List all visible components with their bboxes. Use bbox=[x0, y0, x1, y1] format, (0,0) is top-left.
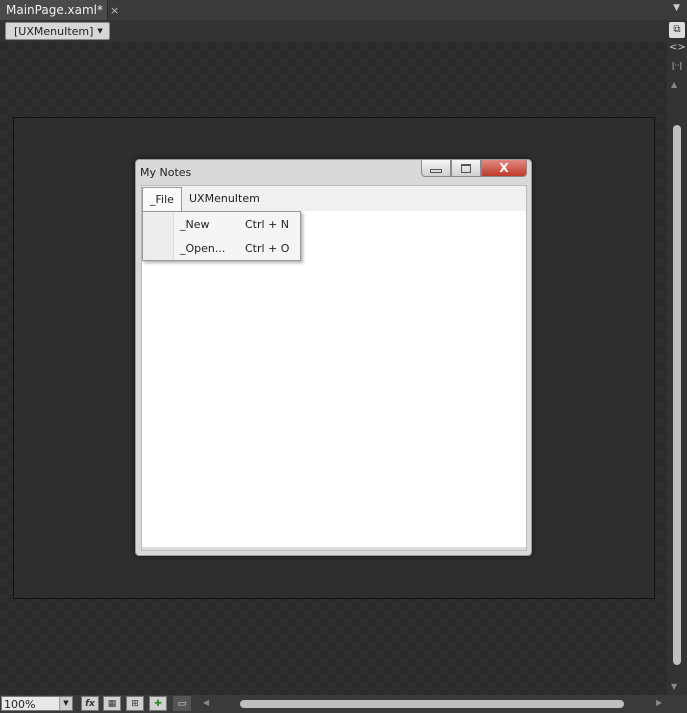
app-window[interactable]: My Notes X _File UXMenuItem _New Ctrl + … bbox=[135, 159, 532, 556]
menu-item-shortcut: Ctrl + O bbox=[245, 242, 290, 255]
code-icon[interactable]: <> bbox=[669, 40, 686, 56]
menu-bar: _File UXMenuItem bbox=[142, 186, 526, 211]
maximize-icon bbox=[461, 163, 471, 173]
document-tab-mainpage[interactable]: MainPage.xaml* × bbox=[0, 0, 119, 20]
minimize-button[interactable] bbox=[421, 160, 451, 177]
chevron-down-icon[interactable]: ▼ bbox=[673, 3, 680, 13]
fx-icon[interactable]: fx bbox=[81, 696, 99, 711]
scroll-left-arrow[interactable]: ◀ bbox=[203, 698, 209, 707]
close-icon: X bbox=[499, 161, 509, 175]
menu-item-new[interactable]: _New Ctrl + N bbox=[143, 212, 300, 236]
breadcrumb-label: [UXMenuItem] bbox=[14, 24, 94, 38]
snap-lines-icon[interactable]: ✚ bbox=[149, 696, 167, 711]
bottom-toolbar: 100% ▼ fx ▦ ⊞ ✚ ▭ ◀ ▶ bbox=[0, 695, 687, 713]
breadcrumb-element-button[interactable]: [UXMenuItem] ▼ bbox=[5, 22, 110, 40]
menu-item-label: _New bbox=[180, 218, 210, 231]
scroll-down-arrow[interactable]: ▼ bbox=[671, 682, 677, 691]
document-tab-strip: MainPage.xaml* × ▼ bbox=[0, 0, 687, 20]
breadcrumb-bar: [UXMenuItem] ▼ bbox=[0, 20, 667, 42]
snap-grid-icon[interactable]: ⊞ bbox=[126, 696, 144, 711]
menu-item-uxmenuitem[interactable]: UXMenuItem bbox=[189, 192, 260, 205]
chevron-down-icon[interactable]: ▼ bbox=[59, 697, 72, 710]
window-title: My Notes bbox=[140, 166, 192, 179]
vertical-scrollbar-thumb[interactable] bbox=[673, 125, 681, 665]
menu-item-label: _Open... bbox=[180, 242, 226, 255]
menu-item-open[interactable]: _Open... Ctrl + O bbox=[143, 236, 300, 260]
window-titlebar[interactable]: My Notes X bbox=[136, 160, 531, 184]
chevron-down-icon: ▼ bbox=[97, 27, 103, 35]
annotation-icon[interactable]: ▭ bbox=[173, 696, 191, 711]
close-icon[interactable]: × bbox=[110, 4, 119, 17]
expand-icon[interactable]: ⧉ bbox=[669, 22, 685, 38]
scroll-right-arrow[interactable]: ▶ bbox=[656, 698, 662, 707]
file-dropdown-menu: _New Ctrl + N _Open... Ctrl + O bbox=[142, 211, 301, 261]
zoom-select[interactable]: 100% ▼ bbox=[1, 696, 73, 711]
document-tab-title: MainPage.xaml* bbox=[6, 3, 103, 17]
client-bottom-edge bbox=[142, 547, 526, 550]
close-button[interactable]: X bbox=[481, 160, 527, 177]
menu-item-file[interactable]: _File bbox=[142, 187, 182, 211]
scroll-up-arrow[interactable]: ▲ bbox=[671, 80, 677, 89]
minimize-icon bbox=[430, 169, 442, 173]
grid-icon[interactable]: ▦ bbox=[103, 696, 121, 711]
maximize-button[interactable] bbox=[451, 160, 481, 177]
menu-item-shortcut: Ctrl + N bbox=[245, 218, 290, 231]
menu-item-label: _File bbox=[150, 193, 174, 206]
zoom-value: 100% bbox=[4, 698, 36, 711]
ruler-icon[interactable]: |··| bbox=[669, 58, 685, 74]
window-client-area[interactable]: _File UXMenuItem _New Ctrl + N _Open... … bbox=[141, 185, 527, 551]
horizontal-scrollbar-thumb[interactable] bbox=[240, 700, 624, 708]
